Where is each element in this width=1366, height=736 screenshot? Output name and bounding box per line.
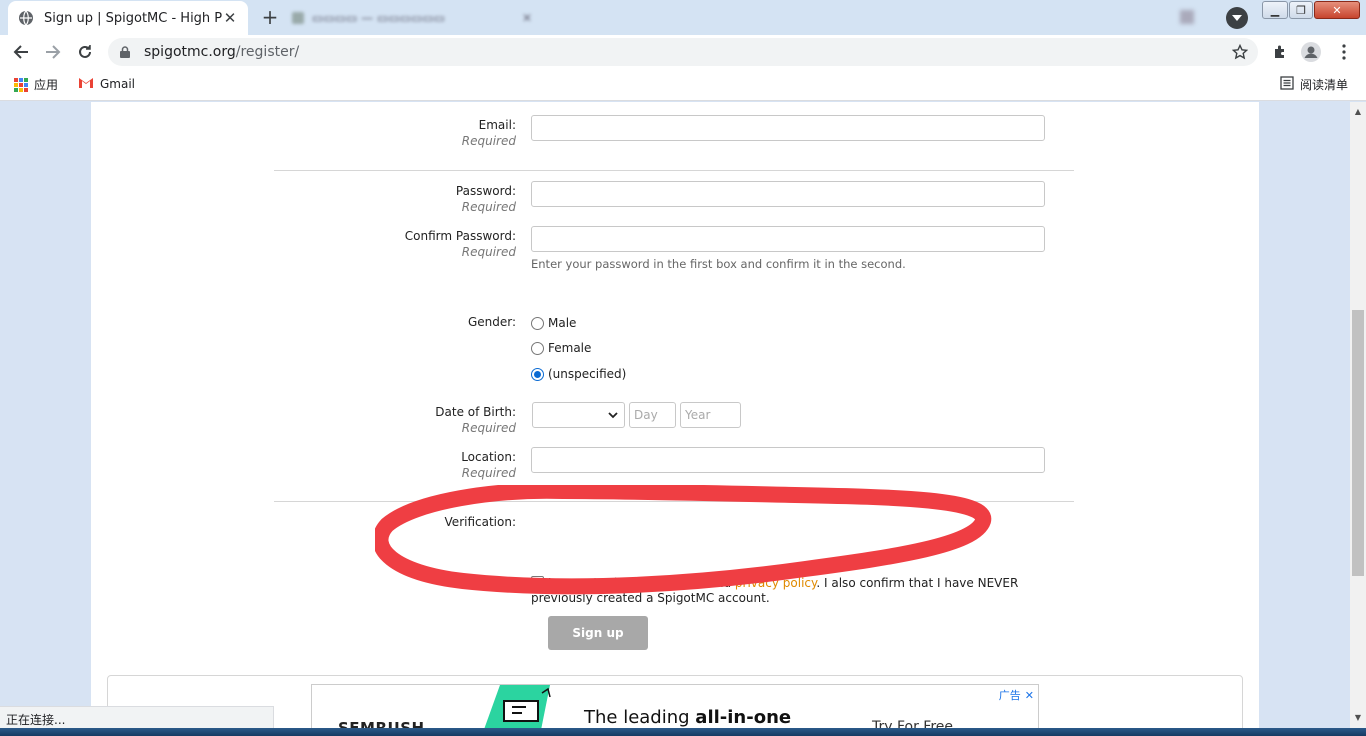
sign-up-button[interactable]: Sign up (548, 616, 648, 650)
bookmark-gmail[interactable]: Gmail (78, 76, 135, 91)
back-arrow-icon[interactable] (8, 40, 34, 64)
gender-option-male: Male (548, 316, 577, 330)
ad-label[interactable]: 广告 ✕ (999, 687, 1034, 703)
bookmarks-bar: 应用 Gmail 阅读清单 (0, 69, 1366, 101)
gender-option-unspecified: (unspecified) (548, 367, 627, 381)
divider (274, 170, 1074, 171)
dob-day-input[interactable]: Day (629, 402, 676, 428)
blurred-tab-close-icon[interactable]: ✕ (522, 11, 532, 25)
address-bar[interactable]: spigotmc.org/register/ (108, 38, 1258, 66)
gender-radio-male[interactable]: Male (531, 316, 576, 330)
extensions-puzzle-icon[interactable] (1270, 42, 1290, 62)
bookmark-apps[interactable]: 应用 (14, 76, 58, 93)
url-text: spigotmc.org/register/ (144, 44, 299, 60)
globe-icon (18, 10, 34, 26)
menu-kebab-icon[interactable] (1334, 42, 1354, 62)
bookmark-label-gmail: Gmail (100, 76, 136, 91)
ad-brand: SEMRUSH (338, 719, 425, 728)
password-label: Password: Required (456, 184, 516, 214)
reading-list-label: 阅读清单 (1300, 78, 1349, 92)
dob-month-select[interactable] (532, 402, 625, 428)
tab-title: Sign up | SpigotMC - High Per (44, 10, 222, 26)
status-bar: 正在连接... (0, 706, 274, 728)
blurred-tab-title: ▭▭▭▭ — ▭▭▭▭▭▭ (312, 11, 446, 25)
ad-cta[interactable]: Try For Free (872, 719, 953, 728)
ad-headline-bold: all-in-one (695, 707, 792, 728)
tab-strip: Sign up | SpigotMC - High Per ✕ + ▭▭▭▭ —… (0, 0, 1366, 35)
vertical-scrollbar[interactable]: ▲ ▼ (1350, 102, 1366, 728)
confirm-password-label: Confirm Password: Required (405, 229, 516, 259)
dob-required: Required (461, 421, 516, 435)
window-close-icon[interactable]: ✕ (1314, 1, 1360, 19)
lock-icon[interactable] (120, 46, 134, 58)
bookmark-star-icon[interactable] (1231, 43, 1249, 64)
password-field[interactable] (531, 181, 1045, 207)
dob-year-input[interactable]: Year (680, 402, 741, 428)
tab-search-icon[interactable] (1226, 7, 1248, 29)
radio-circle[interactable] (531, 316, 544, 330)
location-label-text: Location: (461, 450, 516, 464)
location-field[interactable] (531, 447, 1045, 473)
tab-close-icon[interactable]: ✕ (222, 9, 238, 27)
ad-close-icon[interactable]: ✕ (1025, 689, 1034, 702)
chevron-down-icon (608, 409, 618, 425)
browser-toolbar: spigotmc.org/register/ (0, 35, 1366, 69)
gender-radio-female[interactable]: Female (531, 341, 591, 355)
gmail-icon (78, 76, 94, 91)
red-annotation-circle (375, 485, 992, 595)
bookmark-label-apps: 应用 (34, 78, 59, 92)
scroll-down-arrow-icon[interactable]: ▼ (1353, 712, 1363, 722)
url-domain: spigotmc.org (144, 44, 236, 60)
active-tab[interactable]: Sign up | SpigotMC - High Per ✕ (8, 1, 248, 35)
confirm-password-required: Required (461, 245, 516, 259)
url-path: /register/ (235, 44, 300, 60)
radio-circle[interactable] (531, 341, 544, 355)
email-field[interactable] (531, 115, 1045, 141)
gender-radio-unspecified[interactable]: (unspecified) (531, 367, 626, 381)
radio-circle-selected[interactable] (531, 367, 544, 381)
scroll-up-arrow-icon[interactable]: ▲ (1353, 106, 1363, 116)
profile-avatar-icon[interactable] (1301, 42, 1321, 62)
new-tab-icon[interactable]: + (256, 5, 284, 29)
ad-banner[interactable]: 广告 ✕ SEMRUSH The leading all-in-one Try … (311, 684, 1039, 728)
confirm-password-field[interactable] (531, 226, 1045, 252)
password-label-text: Password: (455, 184, 516, 198)
ad-headline-pre: The leading (584, 707, 696, 728)
password-hint: Enter your password in the first box and… (531, 257, 906, 271)
gender-option-female: Female (548, 341, 592, 355)
os-taskbar (0, 728, 1366, 736)
dob-label-text: Date of Birth: (435, 405, 516, 419)
maximize-icon[interactable]: ❐ (1289, 1, 1313, 19)
blurred-icon (1180, 10, 1194, 24)
forward-arrow-icon[interactable] (40, 40, 66, 64)
minimize-icon[interactable]: ▁ (1262, 1, 1288, 19)
blurred-tab-favicon (292, 12, 304, 24)
scrollbar-thumb[interactable] (1352, 310, 1364, 576)
reload-icon[interactable] (72, 40, 98, 64)
gender-label: Gender: (467, 315, 516, 329)
blurred-tab[interactable]: ▭▭▭▭ — ▭▭▭▭▭▭ ✕ (292, 9, 532, 27)
location-label: Location: Required (461, 450, 516, 480)
ad-illustration-icon (484, 685, 551, 728)
email-label: Email: Required (462, 118, 516, 148)
dob-label: Date of Birth: Required (435, 405, 516, 435)
email-required: Required (461, 134, 516, 148)
reading-list-icon (1280, 76, 1294, 93)
ad-headline: The leading all-in-one (584, 707, 791, 728)
ad-label-text: 广告 (998, 689, 1021, 702)
location-required: Required (461, 466, 516, 480)
confirm-password-label-text: Confirm Password: (404, 229, 516, 243)
email-label-text: Email: (478, 118, 516, 132)
password-required: Required (461, 200, 516, 214)
page-viewport: Email: Required Password: Required Confi… (0, 102, 1350, 728)
reading-list[interactable]: 阅读清单 (1280, 76, 1348, 93)
apps-grid-icon (14, 77, 28, 92)
